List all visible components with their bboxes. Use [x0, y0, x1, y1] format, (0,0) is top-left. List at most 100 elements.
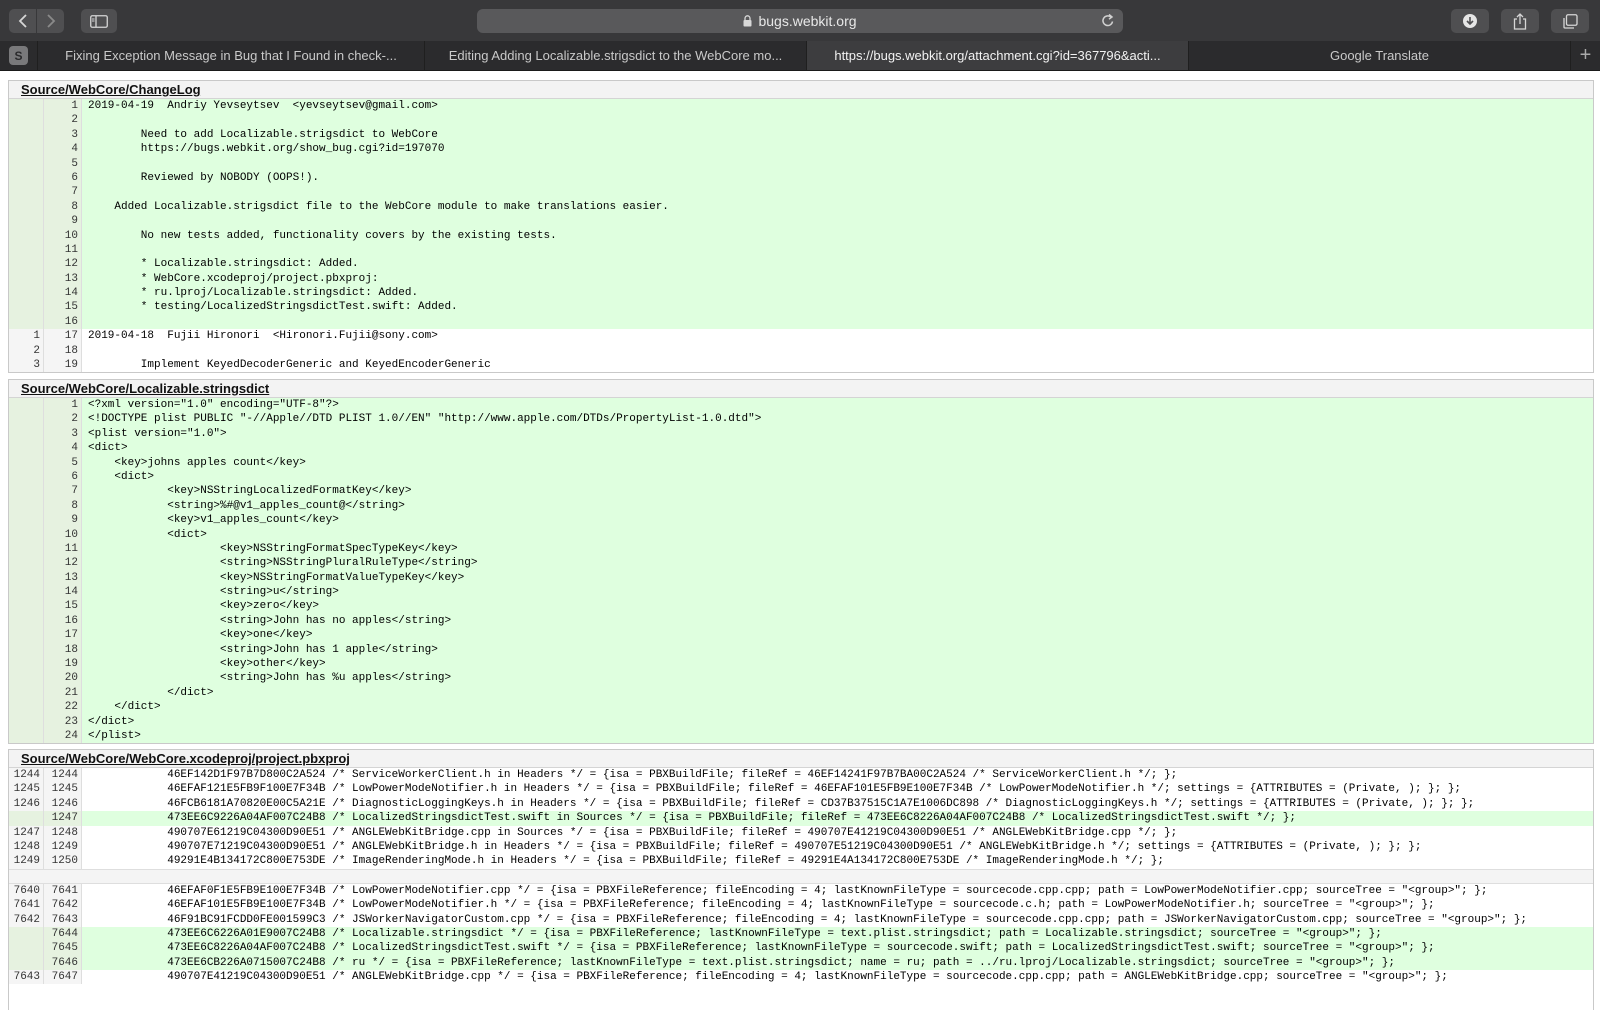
- code-text: <dict>: [82, 469, 1593, 485]
- diff-rows: 1244 1244 46EF142D1F97B7D800C2A524 /* Ser…: [9, 768, 1593, 985]
- new-tab-button[interactable]: +: [1570, 41, 1600, 70]
- old-line-number: [9, 199, 44, 215]
- file-path-link[interactable]: Source/WebCore/WebCore.xcodeproj/project…: [21, 751, 350, 766]
- new-line-number: 9: [44, 513, 82, 528]
- code-text: <plist version="1.0">: [82, 426, 1593, 442]
- code-text: <dict>: [82, 441, 1593, 456]
- old-line-number: [9, 599, 44, 614]
- old-line-number: 7642: [9, 912, 44, 927]
- code-text: <!DOCTYPE plist PUBLIC "-//Apple//DTD PL…: [82, 412, 1593, 427]
- new-line-number: 24: [44, 728, 82, 744]
- diff-line-added: 20 <string>John has %u apples</string>: [9, 671, 1593, 686]
- new-line-number: 13: [44, 271, 82, 287]
- tabs-overview-button[interactable]: [1551, 9, 1589, 33]
- new-line-number: 22: [44, 700, 82, 715]
- code-text: 473EE6C8226A04AF007C24B8 /* LocalizedStr…: [82, 941, 1593, 956]
- new-line-number: 13: [44, 570, 82, 586]
- old-line-number: [9, 570, 44, 586]
- reload-icon[interactable]: [1101, 13, 1115, 31]
- new-line-number: 8: [44, 199, 82, 215]
- code-text: [82, 113, 1593, 128]
- tab-3-active[interactable]: https://bugs.webkit.org/attachment.cgi?i…: [806, 41, 1188, 70]
- old-line-number: 1244: [9, 768, 44, 783]
- favicon-pinned[interactable]: S: [9, 46, 28, 65]
- code-text: 490707E71219C04300D90E51 /* ANGLEWebKitB…: [82, 839, 1593, 855]
- new-line-number: 3: [44, 426, 82, 442]
- old-line-number: [9, 585, 44, 600]
- new-line-number: 19: [44, 358, 82, 373]
- new-line-number: 1: [44, 398, 82, 413]
- old-line-number: [9, 271, 44, 287]
- code-text: <key>NSStringFormatSpecTypeKey</key>: [82, 541, 1593, 557]
- old-line-number: 1246: [9, 796, 44, 812]
- old-line-number: [9, 469, 44, 485]
- new-line-number: 17: [44, 329, 82, 344]
- diff-line-context: 1249 1250 49291E4B134172C800E753DE /* Ima…: [9, 854, 1593, 869]
- code-text: </dict>: [82, 685, 1593, 701]
- diff-line-added: 15 * testing/LocalizedStringsdictTest.sw…: [9, 300, 1593, 315]
- code-text: 46EFAF0F1E5FB9E100E7F34B /* LowPowerMode…: [82, 883, 1593, 899]
- diff-line-added: 5: [9, 156, 1593, 171]
- diff-line-context: 7640 7641 46EFAF0F1E5FB9E100E7F34B /* Low…: [9, 883, 1593, 899]
- code-text: 46F91BC91FCDD0FE001599C3 /* JSWorkerNavi…: [82, 912, 1593, 927]
- code-text: Need to add Localizable.strigsdict to We…: [82, 127, 1593, 143]
- tab-4[interactable]: Google Translate: [1188, 41, 1570, 70]
- tab-title: Google Translate: [1329, 48, 1429, 63]
- old-line-number: 1247: [9, 825, 44, 840]
- diff-line-added: 7644 473EE6C6226A01E9007C24B8 /* Localiz…: [9, 926, 1593, 942]
- code-text: 473EE6C6226A01E9007C24B8 /* Localizable.…: [82, 926, 1593, 942]
- old-line-number: 7643: [9, 970, 44, 985]
- diff-line-added: 8 Added Localizable.strigsdict file to t…: [9, 199, 1593, 215]
- file-path-link[interactable]: Source/WebCore/ChangeLog: [21, 82, 201, 97]
- new-line-number: 8: [44, 498, 82, 514]
- diff-line-added: 17 <key>one</key>: [9, 628, 1593, 643]
- diff-line-added: 14 <string>u</string>: [9, 585, 1593, 600]
- old-line-number: [9, 170, 44, 186]
- code-text: 2019-04-19 Andriy Yevseytsev <yevseytsev…: [82, 99, 1593, 114]
- code-text: * testing/LocalizedStringsdictTest.swift…: [82, 300, 1593, 315]
- share-button[interactable]: [1501, 9, 1539, 33]
- diff-file-project-pbxproj: Source/WebCore/WebCore.xcodeproj/project…: [8, 749, 1594, 1010]
- code-text: 473EE6CB226A0715007C24B8 /* ru */ = {isa…: [82, 955, 1593, 971]
- download-button[interactable]: [1451, 9, 1489, 33]
- forward-button[interactable]: [37, 9, 64, 33]
- new-line-number: 2: [44, 113, 82, 128]
- old-line-number: [9, 513, 44, 528]
- diff-line-added: 18 <string>John has 1 apple</string>: [9, 642, 1593, 658]
- file-path-link[interactable]: Source/WebCore/Localizable.stringsdict: [21, 381, 269, 396]
- code-text: 490707E41219C04300D90E51 /* ANGLEWebKitB…: [82, 970, 1593, 985]
- old-line-number: 7640: [9, 883, 44, 899]
- diff-line-context: 1245 1245 46EFAF121E5FB9F100E7F34B /* Low…: [9, 782, 1593, 797]
- code-text: 473EE6C9226A04AF007C24B8 /* LocalizedStr…: [82, 811, 1593, 826]
- address-bar[interactable]: bugs.webkit.org: [477, 9, 1123, 33]
- code-text: 490707E61219C04300D90E51 /* ANGLEWebKitB…: [82, 825, 1593, 840]
- sidebar-button[interactable]: [81, 9, 117, 33]
- new-line-number: 3: [44, 127, 82, 143]
- old-line-number: [9, 527, 44, 542]
- diff-line-added: 11 <key>NSStringFormatSpecTypeKey</key>: [9, 541, 1593, 557]
- old-line-number: 7641: [9, 898, 44, 913]
- old-line-number: [9, 556, 44, 571]
- diff-file-changelog: Source/WebCore/ChangeLog 1 2019-04-19 And…: [8, 80, 1594, 374]
- diff-line-added: 11: [9, 242, 1593, 258]
- lock-icon: [743, 15, 752, 27]
- diff-file-localizable-stringsdict: Source/WebCore/Localizable.stringsdict 1…: [8, 379, 1594, 745]
- code-text: <dict>: [82, 527, 1593, 542]
- back-button[interactable]: [9, 9, 36, 33]
- new-line-number: 7646: [44, 955, 82, 971]
- tab-1[interactable]: Fixing Exception Message in Bug that I F…: [37, 41, 424, 70]
- diff-line-added: 7: [9, 185, 1593, 200]
- old-line-number: [9, 671, 44, 686]
- old-line-number: [9, 685, 44, 701]
- new-line-number: 1248: [44, 825, 82, 840]
- diff-line-context: 7643 7647 490707E41219C04300D90E51 /* ANG…: [9, 970, 1593, 985]
- tab-2[interactable]: Editing Adding Localizable.strigsdict to…: [424, 41, 806, 70]
- old-line-number: [9, 214, 44, 229]
- code-text: [82, 214, 1593, 229]
- code-text: <string>%#@v1_apples_count@</string>: [82, 498, 1593, 514]
- old-line-number: 3: [9, 358, 44, 373]
- new-line-number: 21: [44, 685, 82, 701]
- new-line-number: 7642: [44, 898, 82, 913]
- old-line-number: [9, 484, 44, 499]
- code-text: <key>johns apples count</key>: [82, 455, 1593, 470]
